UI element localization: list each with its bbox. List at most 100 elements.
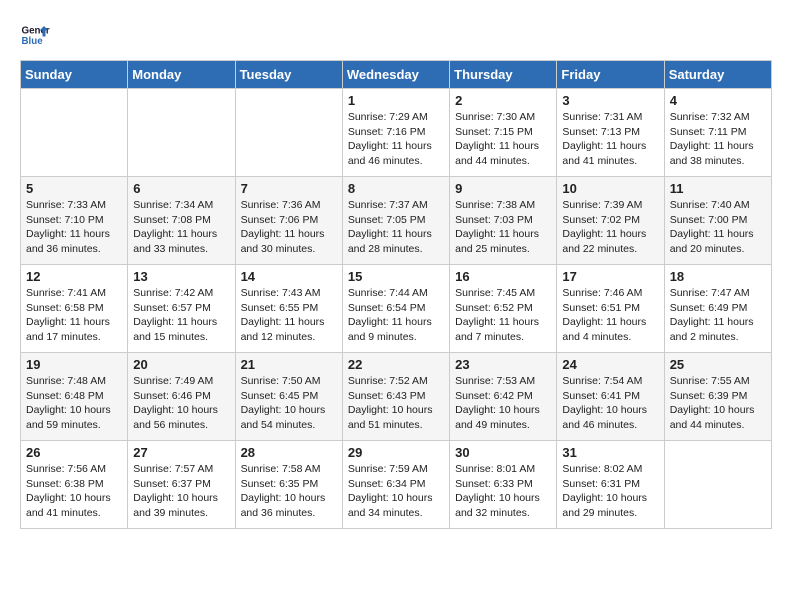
calendar-week-row: 12Sunrise: 7:41 AM Sunset: 6:58 PM Dayli… xyxy=(21,265,772,353)
day-number: 16 xyxy=(455,269,551,284)
day-info: Sunrise: 7:40 AM Sunset: 7:00 PM Dayligh… xyxy=(670,198,766,257)
calendar-cell xyxy=(128,89,235,177)
calendar-cell xyxy=(21,89,128,177)
day-info: Sunrise: 7:32 AM Sunset: 7:11 PM Dayligh… xyxy=(670,110,766,169)
day-number: 18 xyxy=(670,269,766,284)
day-number: 30 xyxy=(455,445,551,460)
day-info: Sunrise: 7:45 AM Sunset: 6:52 PM Dayligh… xyxy=(455,286,551,345)
calendar-cell: 18 Sunrise: 7:47 AM Sunset: 6:49 PM Dayli… xyxy=(664,265,771,353)
calendar-cell: 30 Sunrise: 8:01 AM Sunset: 6:33 PM Dayli… xyxy=(450,441,557,529)
day-info: Sunrise: 7:42 AM Sunset: 6:57 PM Dayligh… xyxy=(133,286,229,345)
day-info: Sunrise: 7:39 AM Sunset: 7:02 PM Dayligh… xyxy=(562,198,658,257)
day-number: 25 xyxy=(670,357,766,372)
calendar-cell: 22 Sunrise: 7:52 AM Sunset: 6:43 PM Dayli… xyxy=(342,353,449,441)
day-info: Sunrise: 7:54 AM Sunset: 6:41 PM Dayligh… xyxy=(562,374,658,433)
day-info: Sunrise: 7:52 AM Sunset: 6:43 PM Dayligh… xyxy=(348,374,444,433)
day-number: 21 xyxy=(241,357,337,372)
calendar-cell: 1Sunrise: 7:29 AM Sunset: 7:16 PM Daylig… xyxy=(342,89,449,177)
column-header-monday: Monday xyxy=(128,61,235,89)
day-number: 22 xyxy=(348,357,444,372)
calendar-cell: 19 Sunrise: 7:48 AM Sunset: 6:48 PM Dayli… xyxy=(21,353,128,441)
day-number: 20 xyxy=(133,357,229,372)
day-info: Sunrise: 7:48 AM Sunset: 6:48 PM Dayligh… xyxy=(26,374,122,433)
calendar-cell: 6Sunrise: 7:34 AM Sunset: 7:08 PM Daylig… xyxy=(128,177,235,265)
day-number: 28 xyxy=(241,445,337,460)
day-info: Sunrise: 7:30 AM Sunset: 7:15 PM Dayligh… xyxy=(455,110,551,169)
calendar-cell: 25 Sunrise: 7:55 AM Sunset: 6:39 PM Dayli… xyxy=(664,353,771,441)
calendar-cell xyxy=(664,441,771,529)
logo-icon: General Blue xyxy=(20,20,50,50)
day-number: 12 xyxy=(26,269,122,284)
day-info: Sunrise: 7:53 AM Sunset: 6:42 PM Dayligh… xyxy=(455,374,551,433)
svg-text:Blue: Blue xyxy=(22,36,44,47)
calendar-cell: 20 Sunrise: 7:49 AM Sunset: 6:46 PM Dayli… xyxy=(128,353,235,441)
calendar-week-row: 19 Sunrise: 7:48 AM Sunset: 6:48 PM Dayli… xyxy=(21,353,772,441)
calendar-cell: 9 Sunrise: 7:38 AM Sunset: 7:03 PM Daylig… xyxy=(450,177,557,265)
calendar-cell: 16 Sunrise: 7:45 AM Sunset: 6:52 PM Dayli… xyxy=(450,265,557,353)
day-number: 10 xyxy=(562,181,658,196)
column-header-saturday: Saturday xyxy=(664,61,771,89)
day-number: 31 xyxy=(562,445,658,460)
calendar-cell: 13 Sunrise: 7:42 AM Sunset: 6:57 PM Dayli… xyxy=(128,265,235,353)
day-info: Sunrise: 7:37 AM Sunset: 7:05 PM Dayligh… xyxy=(348,198,444,257)
calendar-cell: 29Sunrise: 7:59 AM Sunset: 6:34 PM Dayli… xyxy=(342,441,449,529)
day-info: Sunrise: 7:58 AM Sunset: 6:35 PM Dayligh… xyxy=(241,462,337,521)
day-info: Sunrise: 7:38 AM Sunset: 7:03 PM Dayligh… xyxy=(455,198,551,257)
calendar-table: SundayMondayTuesdayWednesdayThursdayFrid… xyxy=(20,60,772,529)
day-info: Sunrise: 7:31 AM Sunset: 7:13 PM Dayligh… xyxy=(562,110,658,169)
day-number: 29 xyxy=(348,445,444,460)
day-info: Sunrise: 7:55 AM Sunset: 6:39 PM Dayligh… xyxy=(670,374,766,433)
calendar-cell: 31 Sunrise: 8:02 AM Sunset: 6:31 PM Dayli… xyxy=(557,441,664,529)
column-header-tuesday: Tuesday xyxy=(235,61,342,89)
day-number: 23 xyxy=(455,357,551,372)
column-header-wednesday: Wednesday xyxy=(342,61,449,89)
day-info: Sunrise: 7:50 AM Sunset: 6:45 PM Dayligh… xyxy=(241,374,337,433)
svg-text:General: General xyxy=(22,26,51,37)
calendar-cell: 7 Sunrise: 7:36 AM Sunset: 7:06 PM Daylig… xyxy=(235,177,342,265)
day-info: Sunrise: 8:01 AM Sunset: 6:33 PM Dayligh… xyxy=(455,462,551,521)
day-info: Sunrise: 7:44 AM Sunset: 6:54 PM Dayligh… xyxy=(348,286,444,345)
calendar-cell: 21 Sunrise: 7:50 AM Sunset: 6:45 PM Dayli… xyxy=(235,353,342,441)
calendar-cell: 3 Sunrise: 7:31 AM Sunset: 7:13 PM Daylig… xyxy=(557,89,664,177)
day-number: 11 xyxy=(670,181,766,196)
calendar-cell: 11 Sunrise: 7:40 AM Sunset: 7:00 PM Dayli… xyxy=(664,177,771,265)
calendar-cell xyxy=(235,89,342,177)
calendar-cell: 26Sunrise: 7:56 AM Sunset: 6:38 PM Dayli… xyxy=(21,441,128,529)
day-info: Sunrise: 7:29 AM Sunset: 7:16 PM Dayligh… xyxy=(348,110,444,169)
calendar-cell: 12Sunrise: 7:41 AM Sunset: 6:58 PM Dayli… xyxy=(21,265,128,353)
day-number: 3 xyxy=(562,93,658,108)
day-info: Sunrise: 7:57 AM Sunset: 6:37 PM Dayligh… xyxy=(133,462,229,521)
calendar-cell: 5Sunrise: 7:33 AM Sunset: 7:10 PM Daylig… xyxy=(21,177,128,265)
calendar-week-row: 1Sunrise: 7:29 AM Sunset: 7:16 PM Daylig… xyxy=(21,89,772,177)
day-info: Sunrise: 7:56 AM Sunset: 6:38 PM Dayligh… xyxy=(26,462,122,521)
day-number: 8 xyxy=(348,181,444,196)
day-info: Sunrise: 7:49 AM Sunset: 6:46 PM Dayligh… xyxy=(133,374,229,433)
day-number: 13 xyxy=(133,269,229,284)
logo: General Blue xyxy=(20,20,56,50)
calendar-week-row: 5Sunrise: 7:33 AM Sunset: 7:10 PM Daylig… xyxy=(21,177,772,265)
day-info: Sunrise: 7:47 AM Sunset: 6:49 PM Dayligh… xyxy=(670,286,766,345)
day-number: 14 xyxy=(241,269,337,284)
calendar-cell: 28 Sunrise: 7:58 AM Sunset: 6:35 PM Dayli… xyxy=(235,441,342,529)
calendar-cell: 27 Sunrise: 7:57 AM Sunset: 6:37 PM Dayli… xyxy=(128,441,235,529)
day-number: 27 xyxy=(133,445,229,460)
day-info: Sunrise: 8:02 AM Sunset: 6:31 PM Dayligh… xyxy=(562,462,658,521)
day-number: 6 xyxy=(133,181,229,196)
calendar-cell: 2Sunrise: 7:30 AM Sunset: 7:15 PM Daylig… xyxy=(450,89,557,177)
column-header-thursday: Thursday xyxy=(450,61,557,89)
day-info: Sunrise: 7:36 AM Sunset: 7:06 PM Dayligh… xyxy=(241,198,337,257)
calendar-cell: 23 Sunrise: 7:53 AM Sunset: 6:42 PM Dayli… xyxy=(450,353,557,441)
calendar-cell: 8 Sunrise: 7:37 AM Sunset: 7:05 PM Daylig… xyxy=(342,177,449,265)
day-number: 24 xyxy=(562,357,658,372)
day-number: 9 xyxy=(455,181,551,196)
calendar-header-row: SundayMondayTuesdayWednesdayThursdayFrid… xyxy=(21,61,772,89)
column-header-friday: Friday xyxy=(557,61,664,89)
calendar-cell: 4Sunrise: 7:32 AM Sunset: 7:11 PM Daylig… xyxy=(664,89,771,177)
day-number: 19 xyxy=(26,357,122,372)
day-number: 7 xyxy=(241,181,337,196)
day-info: Sunrise: 7:43 AM Sunset: 6:55 PM Dayligh… xyxy=(241,286,337,345)
calendar-cell: 14 Sunrise: 7:43 AM Sunset: 6:55 PM Dayli… xyxy=(235,265,342,353)
day-number: 15 xyxy=(348,269,444,284)
calendar-cell: 24 Sunrise: 7:54 AM Sunset: 6:41 PM Dayli… xyxy=(557,353,664,441)
calendar-cell: 10 Sunrise: 7:39 AM Sunset: 7:02 PM Dayli… xyxy=(557,177,664,265)
